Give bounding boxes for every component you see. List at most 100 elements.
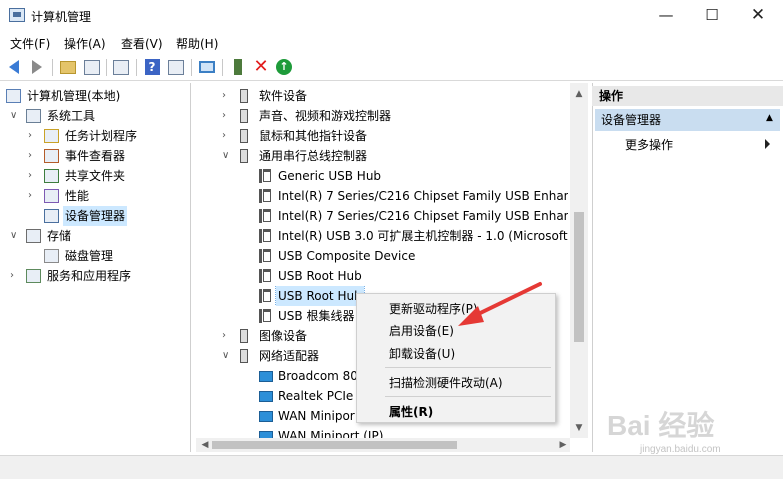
close-button[interactable]: ✕	[735, 0, 781, 31]
console-tree-item[interactable]: 计算机管理(本地)	[0, 86, 190, 106]
toolbar-separator	[106, 59, 107, 76]
collapsed-chevron-icon[interactable]: ›	[222, 106, 234, 126]
monitor-icon	[199, 61, 215, 73]
maximize-button[interactable]: ☐	[689, 0, 735, 31]
scroll-left-icon[interactable]: ◀	[198, 438, 212, 452]
action-pane-icon	[168, 59, 184, 75]
expanded-chevron-icon[interactable]: ∨	[10, 106, 22, 126]
console-tree-item[interactable]: 磁盘管理	[0, 246, 190, 266]
device-label: 图像设备	[259, 329, 308, 343]
up-folder-button[interactable]	[58, 57, 78, 77]
console-tree-label: 磁盘管理	[65, 249, 114, 263]
toolbar-separator	[191, 59, 192, 76]
scan-hardware-menu-item[interactable]: 扫描检测硬件改动(A)	[389, 374, 503, 391]
console-tree-label: 事件查看器	[65, 149, 126, 163]
usb-device-icon	[259, 309, 271, 323]
toolbar: ? ✕ ↑	[0, 54, 783, 81]
scan-hardware-button[interactable]	[197, 57, 217, 77]
device-label: 声音、视频和游戏控制器	[259, 109, 392, 123]
device-tree-item[interactable]: Intel(R) USB 3.0 可扩展主机控制器 - 1.0 (Microso…	[198, 226, 568, 246]
scroll-right-icon[interactable]: ▶	[556, 438, 570, 452]
console-tree-label: 计算机管理(本地)	[27, 89, 121, 103]
enable-device-menu-item[interactable]: 启用设备(E)	[389, 322, 454, 339]
export-list-button[interactable]	[111, 57, 131, 77]
usb-device-icon	[259, 269, 271, 283]
scroll-up-icon[interactable]: ▲	[570, 86, 588, 102]
forward-button[interactable]	[27, 57, 47, 77]
device-tree-item[interactable]: › 软件设备	[198, 86, 568, 106]
console-tree-item[interactable]: › 共享文件夹	[0, 166, 190, 186]
collapsed-chevron-icon[interactable]: ›	[28, 146, 40, 166]
device-category-icon	[240, 129, 248, 143]
help-button[interactable]: ?	[142, 57, 162, 77]
menu-action[interactable]: 操作(A)	[64, 35, 106, 52]
baidu-watermark-logo: Bai 经验	[607, 410, 715, 441]
collapsed-chevron-icon[interactable]: ›	[28, 186, 40, 206]
collapse-icon[interactable]: ▲	[766, 113, 773, 123]
minimize-button[interactable]: —	[643, 0, 689, 31]
console-tree-item[interactable]: › 事件查看器	[0, 146, 190, 166]
horizontal-scroll-thumb[interactable]	[212, 441, 457, 449]
vertical-scroll-thumb[interactable]	[574, 212, 584, 342]
uninstall-device-menu-item[interactable]: 卸载设备(U)	[389, 345, 455, 362]
network-adapter-icon	[259, 411, 273, 422]
show-action-pane-button[interactable]	[166, 57, 186, 77]
console-tree-item[interactable]: › 性能	[0, 186, 190, 206]
device-tree-item[interactable]: › 声音、视频和游戏控制器	[198, 106, 568, 126]
collapsed-chevron-icon[interactable]: ›	[28, 126, 40, 146]
expanded-chevron-icon[interactable]: ∨	[222, 346, 234, 366]
device-tree-item[interactable]: Intel(R) 7 Series/C216 Chipset Family US…	[198, 206, 568, 226]
collapsed-chevron-icon[interactable]: ›	[222, 326, 234, 346]
show-hide-tree-button[interactable]	[82, 57, 102, 77]
enable-device-button[interactable]: ↑	[274, 57, 294, 77]
tree-node-icon	[44, 209, 59, 223]
menu-help[interactable]: 帮助(H)	[176, 35, 218, 52]
device-category-icon	[240, 109, 248, 123]
device-category-icon	[240, 349, 248, 363]
toolbar-separator	[136, 59, 137, 76]
device-label: Generic USB Hub	[278, 169, 382, 183]
menu-file[interactable]: 文件(F)	[10, 35, 50, 52]
device-tree-item[interactable]: USB Root Hub	[198, 266, 568, 286]
update-driver-button[interactable]	[228, 57, 248, 77]
usb-device-icon	[259, 249, 271, 263]
device-tree-item[interactable]: › 鼠标和其他指针设备	[198, 126, 568, 146]
device-tree-item[interactable]: ∨ 通用串行总线控制器	[198, 146, 568, 166]
properties-menu-item[interactable]: 属性(R)	[389, 403, 433, 420]
watermark-url: jingyan.baidu.com	[640, 444, 721, 455]
usb-device-icon	[259, 169, 271, 183]
tree-node-icon	[26, 229, 41, 243]
device-label: Intel(R) 7 Series/C216 Chipset Family US…	[278, 209, 568, 223]
toolbar-separator	[222, 59, 223, 76]
device-label: USB 根集线器	[278, 309, 355, 323]
console-tree-item[interactable]: › 服务和应用程序	[0, 266, 190, 286]
console-tree-item[interactable]: › 任务计划程序	[0, 126, 190, 146]
device-tree-item[interactable]: USB Composite Device	[198, 246, 568, 266]
console-tree-item[interactable]: 设备管理器	[0, 206, 190, 226]
device-tree-item[interactable]: Generic USB Hub	[198, 166, 568, 186]
toolbar-separator	[52, 59, 53, 76]
console-tree-item[interactable]: ∨ 系统工具	[0, 106, 190, 126]
window-title: 计算机管理	[31, 10, 92, 24]
console-tree-item[interactable]: ∨ 存储	[0, 226, 190, 246]
collapsed-chevron-icon[interactable]: ›	[10, 266, 22, 286]
device-label: 软件设备	[259, 89, 308, 103]
export-list-icon	[113, 59, 129, 75]
actions-section-device-manager[interactable]: 设备管理器	[595, 109, 780, 131]
update-driver-menu-item[interactable]: 更新驱动程序(P)	[389, 300, 478, 317]
device-tree-item[interactable]: Intel(R) 7 Series/C216 Chipset Family US…	[198, 186, 568, 206]
menu-view[interactable]: 查看(V)	[121, 35, 163, 52]
collapsed-chevron-icon[interactable]: ›	[222, 126, 234, 146]
console-tree-label: 设备管理器	[63, 206, 128, 226]
expanded-chevron-icon[interactable]: ∨	[10, 226, 22, 246]
uninstall-device-button[interactable]: ✕	[251, 57, 271, 77]
back-button[interactable]	[4, 57, 24, 77]
menu-separator	[385, 367, 551, 368]
red-x-icon: ✕	[253, 56, 269, 77]
scroll-down-icon[interactable]: ▼	[570, 420, 588, 436]
collapsed-chevron-icon[interactable]: ›	[222, 86, 234, 106]
more-actions-link[interactable]: 更多操作	[625, 136, 673, 153]
console-tree-label: 存储	[47, 229, 72, 243]
expanded-chevron-icon[interactable]: ∨	[222, 146, 234, 166]
collapsed-chevron-icon[interactable]: ›	[28, 166, 40, 186]
